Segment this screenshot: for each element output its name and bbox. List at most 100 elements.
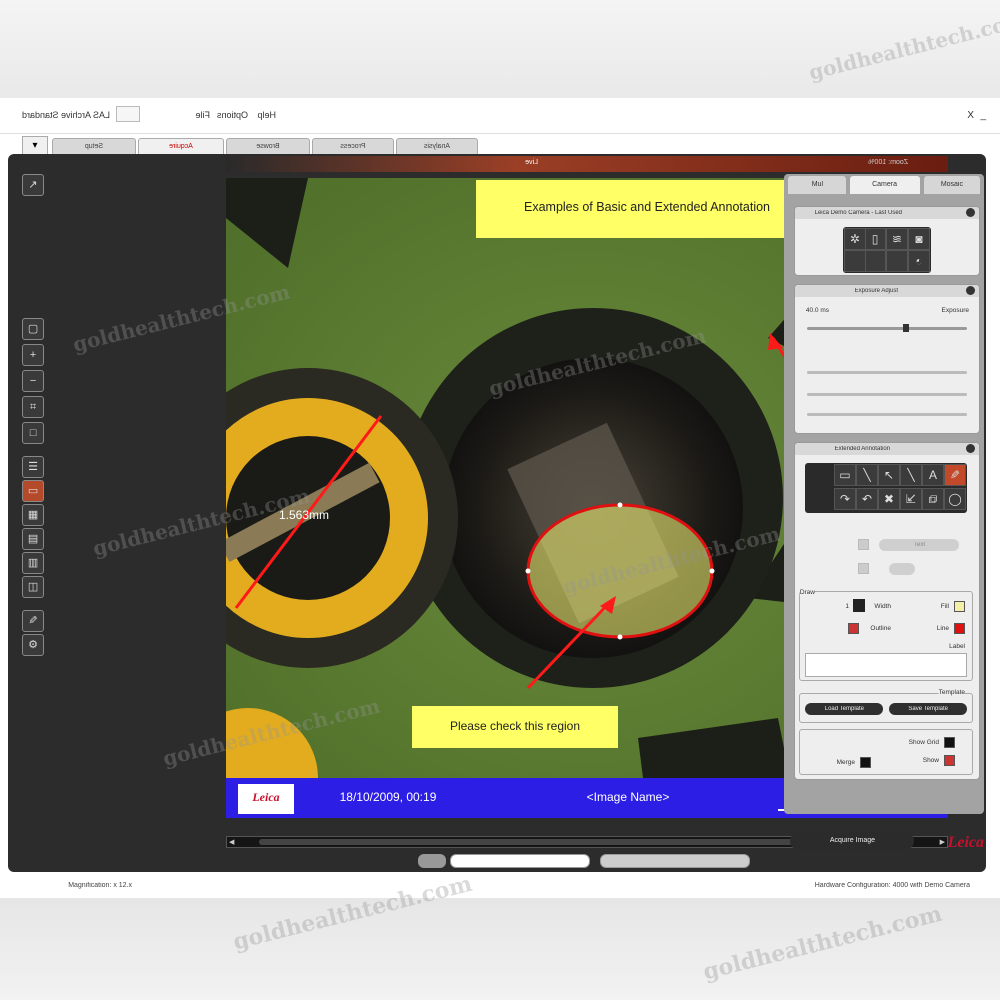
zoom-fit-button[interactable] bbox=[418, 854, 446, 868]
window-title: LAS Archive Standard bbox=[21, 110, 110, 120]
outline-checkbox[interactable] bbox=[848, 623, 859, 634]
line2-tool-icon[interactable]: ╱ bbox=[856, 464, 878, 486]
tab-process[interactable]: Process bbox=[312, 138, 394, 154]
zoom-controls bbox=[418, 854, 750, 868]
panel-tab-mul[interactable]: Mul bbox=[788, 176, 846, 194]
undo-tool-icon[interactable]: ↶ bbox=[834, 488, 856, 510]
panel-tabs: Mosaic Camera Mul bbox=[786, 176, 980, 194]
ellipse-handle-top[interactable] bbox=[617, 502, 623, 508]
tool-crop-icon[interactable]: ⌗ bbox=[22, 396, 44, 418]
text-tool-icon[interactable]: A bbox=[922, 464, 944, 486]
close-button[interactable]: X bbox=[967, 110, 974, 121]
menu-file[interactable]: File bbox=[195, 110, 210, 120]
tool-histogram-icon[interactable]: ▥ bbox=[22, 552, 44, 574]
show-checkbox[interactable] bbox=[944, 755, 955, 766]
copy-tool-icon[interactable]: ⧉ bbox=[922, 488, 944, 510]
minimize-button[interactable]: _ bbox=[980, 110, 986, 121]
annotation-title-box[interactable] bbox=[476, 180, 818, 238]
camera-settings-icon[interactable]: ✲ bbox=[844, 228, 866, 250]
gain-slider[interactable] bbox=[807, 371, 967, 374]
arrow-tool-icon[interactable]: ↗ bbox=[878, 464, 900, 486]
camera-panel-header: Leica Demo Camera - Last Used bbox=[795, 207, 979, 219]
background-top bbox=[0, 0, 1000, 98]
scrollbar-thumb[interactable] bbox=[259, 839, 819, 845]
save-template-button[interactable]: Save Template bbox=[889, 703, 967, 715]
label-group-label: Label bbox=[949, 643, 965, 650]
show-grid-checkbox[interactable] bbox=[944, 737, 955, 748]
rectangle-tool-icon[interactable]: ▭ bbox=[834, 464, 856, 486]
camera-blank-2[interactable] bbox=[864, 250, 886, 272]
tab-analysis[interactable]: Analysis bbox=[396, 138, 478, 154]
merge-checkbox[interactable] bbox=[860, 757, 871, 768]
tab-browse[interactable]: Browse bbox=[226, 138, 310, 154]
menu-options[interactable]: Options bbox=[217, 110, 248, 120]
camera-stack-icon[interactable]: ≋ bbox=[886, 228, 908, 250]
panel-tab-camera[interactable]: Camera bbox=[850, 176, 920, 194]
zoom-slider-right[interactable] bbox=[450, 854, 590, 868]
tab-acquire[interactable]: Acquire bbox=[138, 138, 224, 154]
display-group bbox=[799, 729, 973, 775]
width-spinner[interactable] bbox=[853, 599, 865, 612]
line-color-swatch[interactable] bbox=[954, 623, 965, 634]
acquire-image-button[interactable]: Acquire Image bbox=[790, 832, 914, 850]
merge-label: Merge bbox=[836, 759, 855, 766]
tool-tile-icon[interactable]: ▤ bbox=[22, 528, 44, 550]
brand-logo: Leica bbox=[947, 834, 984, 851]
layout-dropdown[interactable]: ▾ bbox=[22, 136, 48, 156]
text-button[interactable]: Text bbox=[879, 539, 959, 551]
exposure-slider-thumb[interactable] bbox=[903, 324, 909, 332]
scroll-right-arrow[interactable]: ◀ bbox=[940, 838, 945, 846]
camera-blank-1[interactable] bbox=[886, 250, 908, 272]
ellipse-handle-left[interactable] bbox=[525, 568, 531, 574]
camera-blank-3[interactable] bbox=[844, 250, 866, 272]
panel-tab-mosaic[interactable]: Mosaic bbox=[924, 176, 980, 194]
tool-zoom-in-icon[interactable]: + bbox=[22, 344, 44, 366]
camera-film-icon[interactable]: ▯ bbox=[864, 228, 886, 250]
tool-cursor-icon[interactable]: ↖ bbox=[22, 174, 44, 196]
collapse-icon[interactable] bbox=[966, 286, 975, 295]
viewer-header: Zoom: 100% Live bbox=[226, 156, 948, 172]
label-text-input[interactable] bbox=[805, 653, 967, 677]
fill-color-swatch[interactable] bbox=[954, 601, 965, 612]
delete-tool-icon[interactable]: ✖ bbox=[878, 488, 900, 510]
load-template-button[interactable]: Load Template bbox=[805, 703, 883, 715]
exposure-panel: Exposure Adjust Exposure 40.0 ms bbox=[794, 284, 980, 434]
region-label-box[interactable] bbox=[412, 706, 618, 748]
tool-pen-icon[interactable]: ✎ bbox=[22, 610, 44, 632]
viewer-zoom-readout: Zoom: 100% bbox=[868, 159, 908, 166]
width-value: 1 bbox=[845, 603, 849, 610]
zoom-slider-left[interactable] bbox=[600, 854, 750, 868]
tool-overlay-icon[interactable]: ◫ bbox=[22, 576, 44, 598]
close-icon[interactable] bbox=[966, 444, 975, 453]
status-bar: Hardware Configuration: 4000 with Demo C… bbox=[0, 874, 1000, 898]
tool-list-icon[interactable]: ☰ bbox=[22, 456, 44, 478]
ellipse-tool-icon[interactable]: ◯ bbox=[944, 488, 966, 510]
ellipse-handle-right[interactable] bbox=[709, 568, 715, 574]
tool-grid-icon[interactable]: ▦ bbox=[22, 504, 44, 526]
line-tool-icon[interactable]: ╱ bbox=[900, 464, 922, 486]
viewer-tool-strip: ↖ ▢ + − ⌗ □ ☰ ▭ ▦ ▤ ▥ ◫ ✎ ⚙ bbox=[18, 174, 48, 734]
gamma-slider[interactable] bbox=[807, 393, 967, 396]
tool-zoom-out-icon[interactable]: − bbox=[22, 370, 44, 392]
tool-fit-icon[interactable]: ▢ bbox=[22, 318, 44, 340]
ellipse-handle-bottom[interactable] bbox=[617, 634, 623, 640]
saturation-slider[interactable] bbox=[807, 413, 967, 416]
tool-settings-icon[interactable]: ⚙ bbox=[22, 634, 44, 656]
tool-frame-icon[interactable]: □ bbox=[22, 422, 44, 444]
export-tool-icon[interactable]: ⇲ bbox=[900, 488, 922, 510]
menu-help[interactable]: Help bbox=[257, 110, 276, 120]
camera-timer-icon[interactable]: ◔ bbox=[908, 250, 930, 272]
scroll-left-arrow[interactable]: ▶ bbox=[229, 838, 234, 846]
tab-setup[interactable]: Setup bbox=[52, 138, 136, 154]
redo-tool-icon[interactable]: ↷ bbox=[856, 488, 878, 510]
collapse-icon[interactable] bbox=[966, 208, 975, 217]
draw-pen-icon[interactable]: ✎ bbox=[944, 464, 966, 486]
window-control-box[interactable] bbox=[116, 106, 140, 122]
tool-annotate-icon[interactable]: ▭ bbox=[22, 480, 44, 502]
footer-logo-box bbox=[238, 784, 294, 814]
template-group-label: Template bbox=[938, 689, 965, 696]
workflow-tabs: Setup Acquire Browse Process Analysis ▾ bbox=[0, 134, 1000, 156]
outline-label: Outline bbox=[870, 625, 891, 632]
exposure-slider[interactable] bbox=[807, 327, 967, 330]
camera-capture-icon[interactable]: ◙ bbox=[908, 228, 930, 250]
